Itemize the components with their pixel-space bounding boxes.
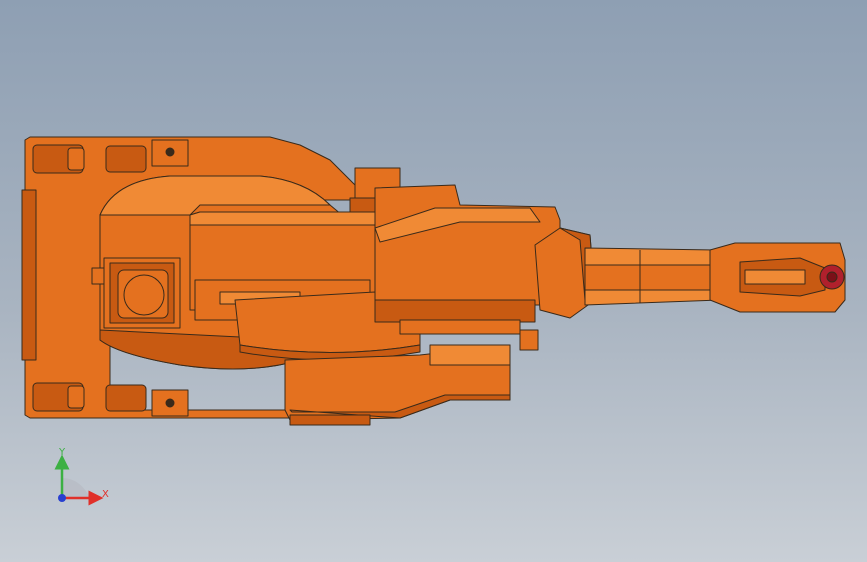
triad-x-label: X — [102, 489, 109, 500]
cad-3d-viewport[interactable]: X Y — [0, 0, 867, 562]
coordinate-triad: X Y — [54, 447, 109, 506]
triad-z-axis — [58, 494, 66, 502]
triad-y-label: Y — [58, 447, 66, 458]
triad-xy-plane — [62, 478, 90, 498]
